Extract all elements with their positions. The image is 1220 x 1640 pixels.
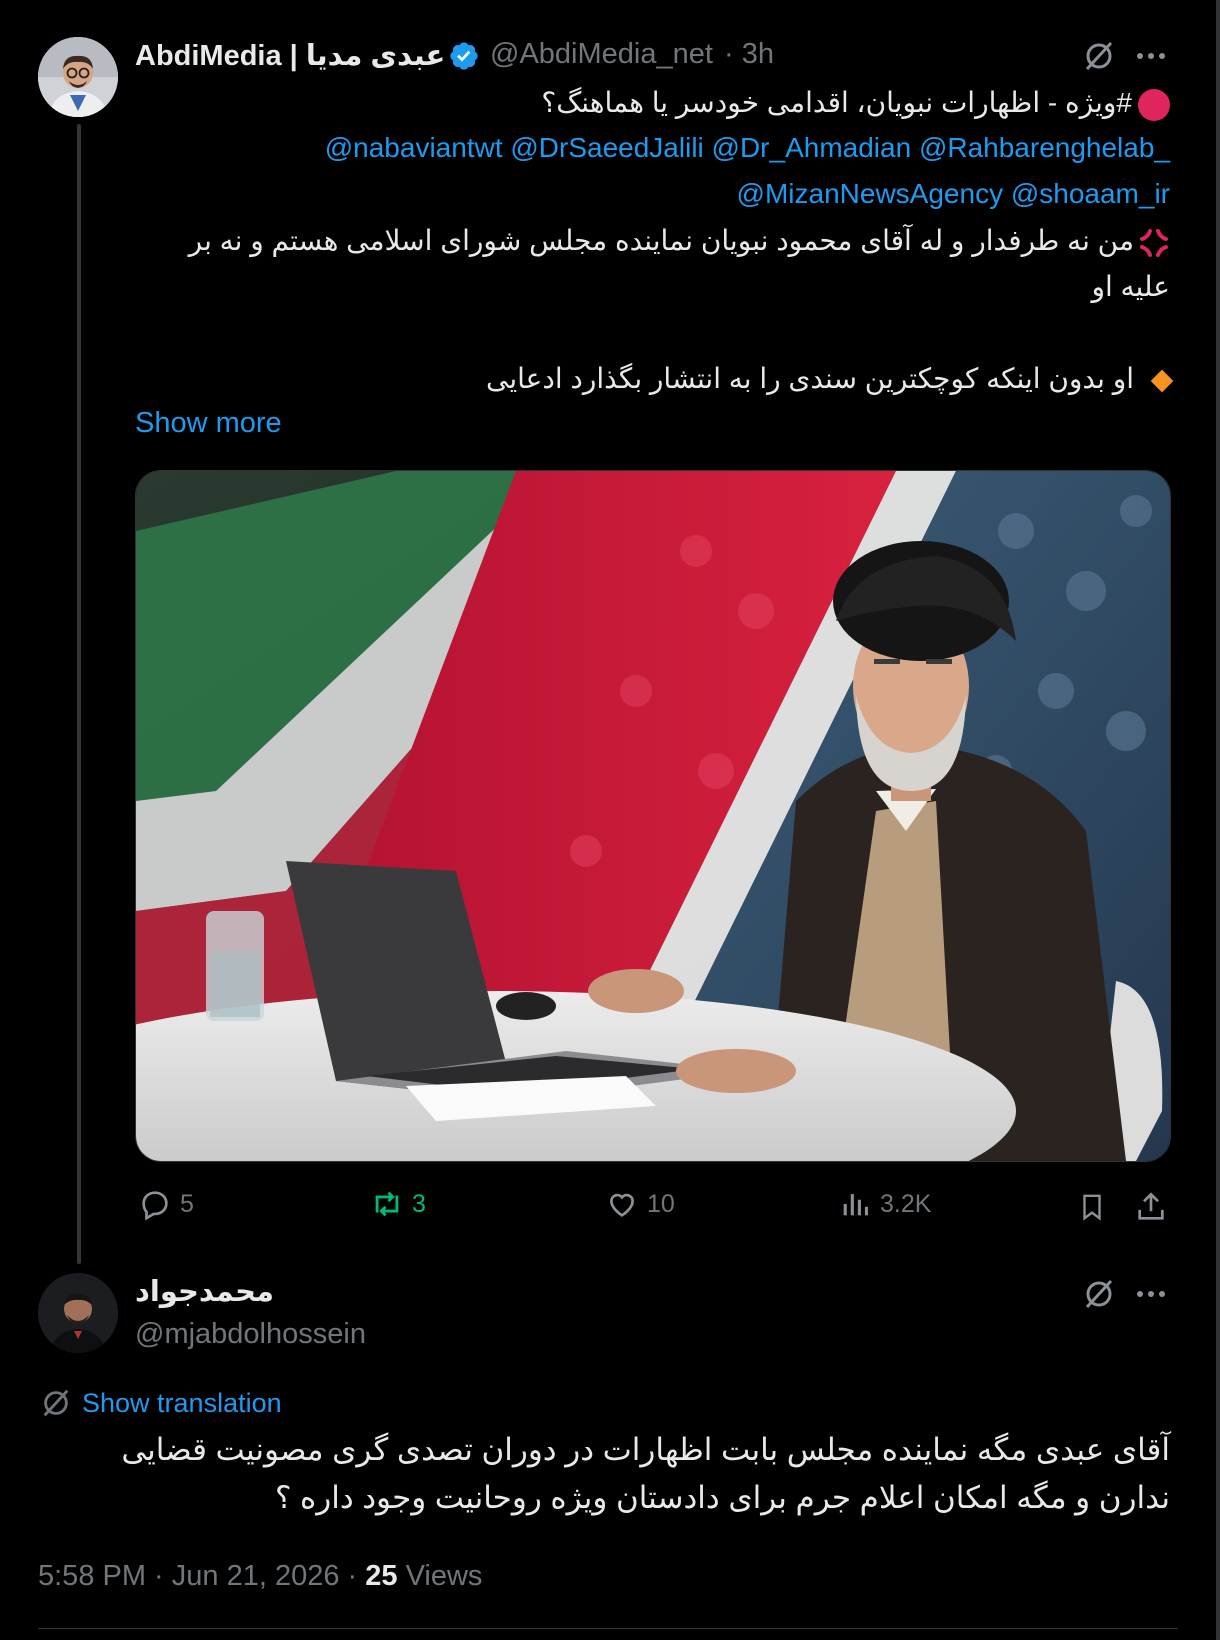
bookmark-button[interactable] — [1072, 1187, 1112, 1227]
tweet-body-2: علیه او — [1091, 271, 1170, 302]
tweet-media-image[interactable] — [135, 470, 1171, 1162]
author-handle[interactable]: @AbdiMedia_net — [490, 38, 713, 71]
tweet-mentions-1[interactable]: @nabaviantwt @DrSaeedJalili @Dr_Ahmadian… — [325, 132, 1170, 164]
bookmark-icon — [1083, 1194, 1101, 1221]
reply-author-handle[interactable]: @mjabdolhossein — [135, 1318, 366, 1351]
grok-icon[interactable] — [1079, 1274, 1119, 1314]
share-icon — [1138, 1192, 1164, 1220]
views-button[interactable]: 3.2K — [838, 1187, 931, 1221]
divider — [38, 1628, 1178, 1629]
show-more-link[interactable]: Show more — [135, 407, 282, 440]
views-count: 3.2K — [880, 1189, 932, 1218]
reply-author-avatar[interactable] — [38, 1273, 118, 1353]
reply-meta: 5:58 PM · Jun 21, 2026 · 25 Views — [38, 1560, 482, 1593]
reply-views-count: 25 — [365, 1560, 398, 1592]
tweet-body-1: من نه طرفدار و له آقای محمود نبویان نمای… — [189, 224, 1170, 259]
repost-count: 3 — [412, 1189, 426, 1218]
reply-timestamp[interactable]: 5:58 PM · Jun 21, 2026 · — [38, 1560, 365, 1592]
right-border — [1216, 0, 1220, 1640]
reply-text-2: ندارن و مگه امکان اعلام جرم برای دادستان… — [274, 1480, 1170, 1515]
views-icon — [843, 1194, 869, 1216]
tweet-mentions-2[interactable]: @MizanNewsAgency @shoaam_ir — [737, 178, 1170, 210]
more-icon[interactable] — [1131, 36, 1171, 76]
like-icon — [610, 1193, 634, 1217]
reply-views-label: Views — [397, 1560, 483, 1592]
reply-text-1: آقای عبدی مگه نماینده مجلس بابت اظهارات … — [121, 1432, 1170, 1467]
verified-badge-icon — [450, 42, 478, 70]
author-avatar[interactable] — [38, 37, 118, 117]
tweet-body-3: او بدون اینکه کوچکترین سندی را به انتشار… — [486, 362, 1174, 395]
author-name[interactable]: AbdiMedia | عبدی مدیا — [135, 38, 445, 73]
reply-button[interactable]: 5 — [138, 1187, 194, 1221]
share-button[interactable] — [1131, 1187, 1171, 1227]
like-count: 10 — [647, 1189, 675, 1218]
anger-icon — [1140, 228, 1168, 257]
reply-author-name[interactable]: محمدجواد — [135, 1274, 274, 1309]
tweet-time[interactable]: · 3h — [724, 38, 774, 71]
reply-count: 5 — [180, 1189, 194, 1218]
repost-icon — [375, 1191, 399, 1217]
show-translation-link[interactable]: Show translation — [40, 1387, 282, 1419]
grok-icon[interactable] — [1079, 36, 1119, 76]
tweet-line-1: #ویژه - اظهارات نبویان، اقدامی خودسر یا … — [541, 86, 1170, 121]
thread-connector-line — [77, 124, 81, 1264]
like-button[interactable]: 10 — [605, 1187, 675, 1221]
orange-diamond-icon — [1150, 369, 1174, 392]
repost-button[interactable]: 3 — [370, 1187, 426, 1221]
translate-icon — [43, 1389, 69, 1417]
reply-icon — [142, 1191, 168, 1221]
more-icon[interactable] — [1131, 1274, 1171, 1314]
red-circle-icon — [1138, 88, 1170, 121]
